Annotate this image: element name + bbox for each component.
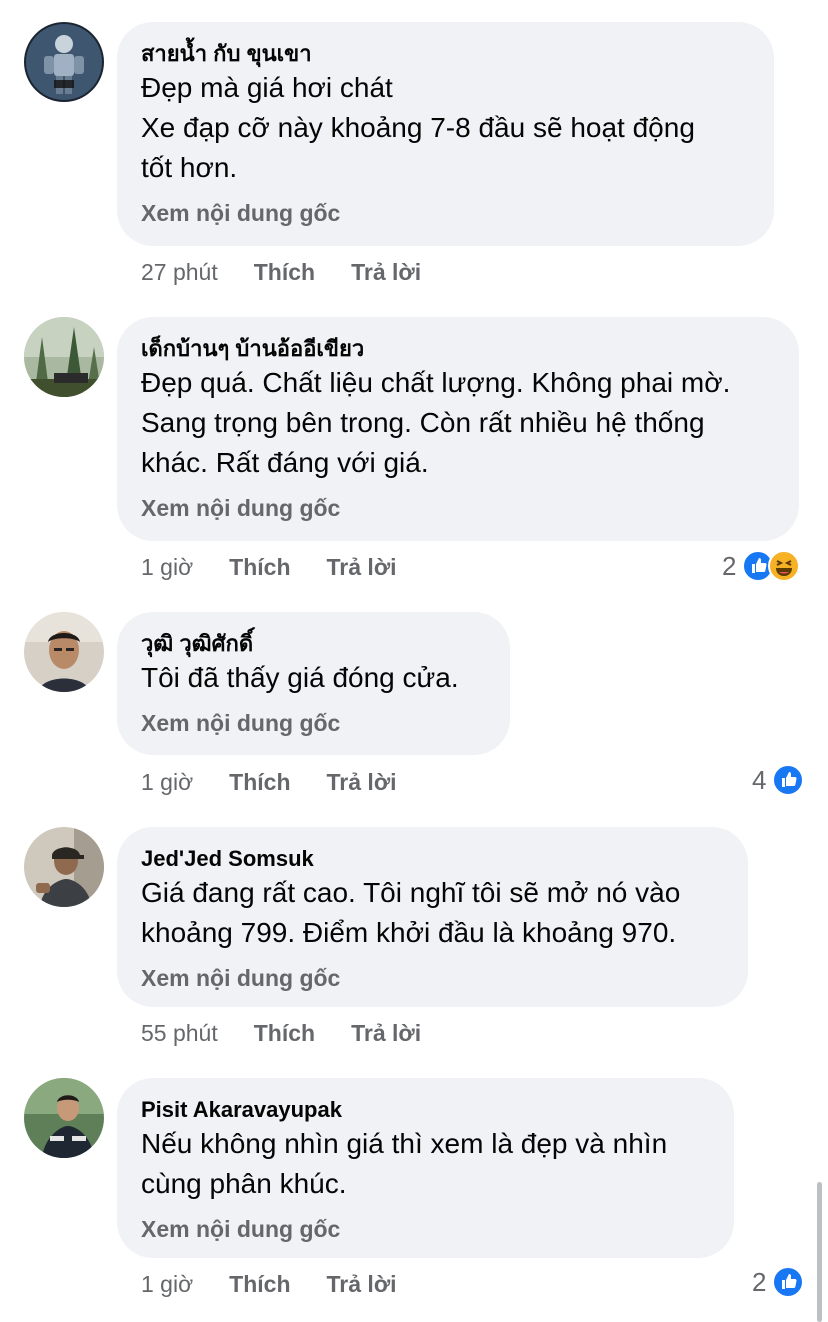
comment-author[interactable]: สายน้ำ กับ ขุนเขา <box>141 40 750 68</box>
man-jacket-icon <box>24 1078 104 1158</box>
comment-timestamp[interactable]: 1 giờ <box>141 769 193 796</box>
haha-icon <box>768 550 801 582</box>
like-button[interactable]: Thích <box>254 1020 315 1047</box>
comment-actions: 1 giờ Thích Trả lời <box>141 1267 397 1301</box>
comment-bubble: สายน้ำ กับ ขุนเขา Đẹp mà giá hơi chát Xe… <box>117 22 774 246</box>
avatar[interactable] <box>24 827 104 907</box>
comment-text-line: Đẹp mà giá hơi chát <box>141 72 393 103</box>
trees-icon <box>24 317 104 397</box>
comment-actions: 27 phút Thích Trả lời <box>141 255 421 289</box>
see-original-link[interactable]: Xem nội dung gốc <box>141 198 750 228</box>
comment-actions: 1 giờ Thích Trả lời <box>141 550 397 584</box>
comment-timestamp[interactable]: 1 giờ <box>141 1271 193 1298</box>
see-original-link[interactable]: Xem nội dung gốc <box>141 708 486 738</box>
reply-button[interactable]: Trả lời <box>327 554 397 581</box>
like-button[interactable]: Thích <box>229 554 290 581</box>
reply-button[interactable]: Trả lời <box>327 769 397 796</box>
comment-bubble: เด็กบ้านๆ บ้านอ้ออีเขียว Đẹp quá. Chất l… <box>117 317 799 541</box>
comment-timestamp[interactable]: 55 phút <box>141 1020 218 1047</box>
reply-button[interactable]: Trả lời <box>351 1020 421 1047</box>
see-original-link[interactable]: Xem nội dung gốc <box>141 493 775 523</box>
avatar[interactable] <box>24 317 104 397</box>
comment-author[interactable]: เด็กบ้านๆ บ้านอ้ออีเขียว <box>141 335 775 363</box>
comment-text-line: Giá đang rất cao. Tôi nghĩ tôi sẽ mở nó … <box>141 877 681 908</box>
avatar[interactable] <box>24 22 104 102</box>
comment-actions: 55 phút Thích Trả lời <box>141 1016 421 1050</box>
like-icon <box>772 764 805 796</box>
reaction-summary[interactable]: 2 <box>722 548 801 584</box>
comment-text-line: tốt hơn. <box>141 152 238 183</box>
comment-timestamp[interactable]: 27 phút <box>141 259 218 286</box>
comment-author[interactable]: Jed'Jed Somsuk <box>141 845 724 873</box>
avatar[interactable] <box>24 1078 104 1158</box>
comment-text-line: khoảng 799. Điểm khởi đầu là khoảng 970. <box>141 917 677 948</box>
see-original-link[interactable]: Xem nội dung gốc <box>141 963 724 993</box>
comment-author[interactable]: วุฒิ วุฒิศักดิ์ <box>141 630 486 658</box>
robot-figure-icon <box>24 22 104 102</box>
reaction-summary[interactable]: 2 <box>752 1264 805 1300</box>
comment-actions: 1 giờ Thích Trả lời <box>141 765 397 799</box>
reply-button[interactable]: Trả lời <box>351 259 421 286</box>
comment-bubble: Jed'Jed Somsuk Giá đang rất cao. Tôi ngh… <box>117 827 748 1007</box>
reaction-count: 4 <box>752 764 767 795</box>
comment-author[interactable]: Pisit Akaravayupak <box>141 1096 710 1124</box>
like-button[interactable]: Thích <box>229 1271 290 1298</box>
comment-text-line: khác. Rất đáng với giá. <box>141 447 429 478</box>
like-button[interactable]: Thích <box>229 769 290 796</box>
see-original-link[interactable]: Xem nội dung gốc <box>141 1214 710 1244</box>
comment-text-line: Nếu không nhìn giá thì xem là đẹp và nhì… <box>141 1128 668 1159</box>
comment-text-line: Xe đạp cỡ này khoảng 7-8 đầu sẽ hoạt độn… <box>141 112 695 143</box>
comment-text-line: Tôi đã thấy giá đóng cửa. <box>141 662 459 693</box>
comment-text-line: cùng phân khúc. <box>141 1168 347 1199</box>
comment-text-line: Sang trọng bên trong. Còn rất nhiều hệ t… <box>141 407 705 438</box>
man-portrait-icon <box>24 612 104 692</box>
comment-timestamp[interactable]: 1 giờ <box>141 554 193 581</box>
comment-bubble: Pisit Akaravayupak Nếu không nhìn giá th… <box>117 1078 734 1258</box>
man-cap-icon <box>24 827 104 907</box>
reply-button[interactable]: Trả lời <box>327 1271 397 1298</box>
avatar[interactable] <box>24 612 104 692</box>
scrollbar[interactable] <box>817 1182 822 1322</box>
comment-bubble: วุฒิ วุฒิศักดิ์ Tôi đã thấy giá đóng cửa… <box>117 612 510 755</box>
like-icon <box>772 1266 805 1298</box>
reaction-count: 2 <box>722 550 737 581</box>
like-button[interactable]: Thích <box>254 259 315 286</box>
reaction-summary[interactable]: 4 <box>752 762 805 798</box>
comment-text-line: Đẹp quá. Chất liệu chất lượng. Không pha… <box>141 367 731 398</box>
reaction-count: 2 <box>752 1266 767 1297</box>
